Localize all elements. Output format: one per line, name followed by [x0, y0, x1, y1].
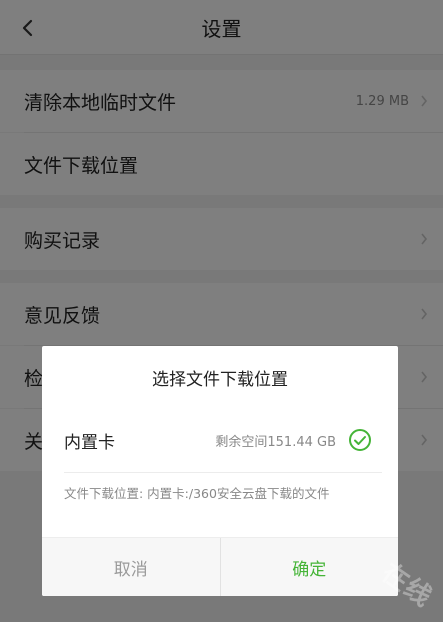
dialog-divider — [64, 472, 382, 473]
check-circle-icon — [348, 428, 372, 452]
download-path-text: 文件下载位置: 内置卡:/360安全云盘下载的文件 — [64, 486, 330, 501]
storage-option-internal[interactable]: 内置卡 剩余空间151.44 GB — [42, 408, 398, 472]
settings-screen: 设置 清除本地临时文件 1.29 MB 文件下载位置 购买记录 意见反馈 — [0, 0, 443, 622]
dialog-buttons: 取消 确定 — [42, 537, 398, 596]
dialog-title: 选择文件下载位置 — [152, 369, 288, 390]
download-location-dialog: 选择文件下载位置 内置卡 剩余空间151.44 GB 文件下载位置: 内置卡:/… — [42, 346, 398, 596]
cancel-button[interactable]: 取消 — [42, 538, 221, 596]
storage-name: 内置卡 — [64, 432, 115, 453]
free-space-text: 剩余空间151.44 GB — [215, 434, 336, 450]
confirm-button[interactable]: 确定 — [221, 538, 399, 596]
